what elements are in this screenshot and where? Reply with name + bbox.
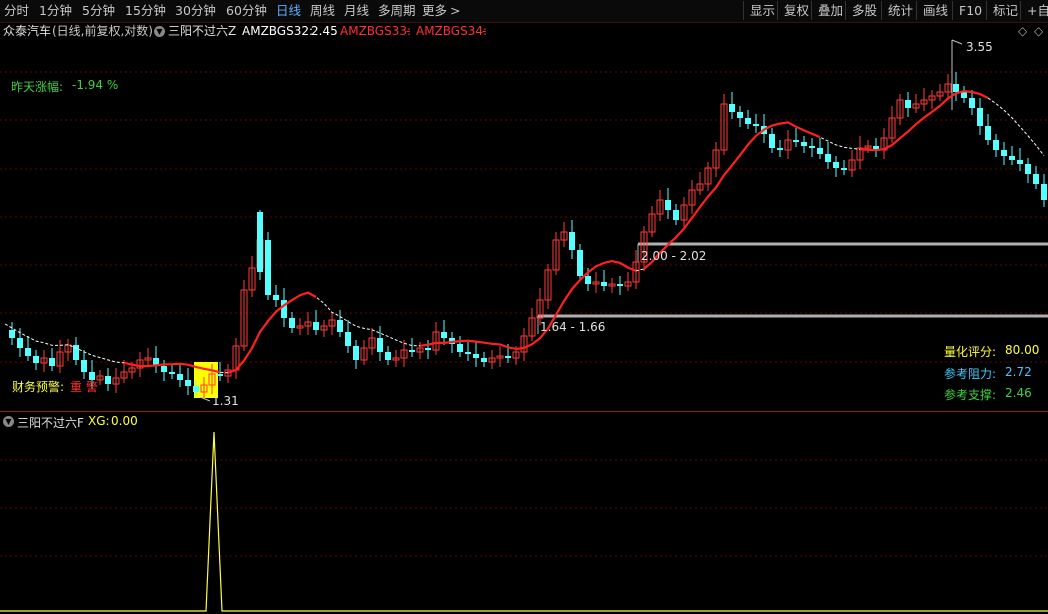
candle-body-down (585, 276, 591, 284)
sub-indicator-name[interactable]: 三阳不过六F (17, 414, 84, 431)
candle-body-down (841, 168, 847, 170)
yesterday-change-label: 昨天涨幅: (11, 80, 64, 94)
candle-body-down (289, 318, 295, 328)
candle-body-down (313, 322, 319, 330)
yesterday-change-value: -1.94 % (72, 78, 119, 92)
candle-body-down (273, 295, 279, 300)
candle-body-down (825, 154, 831, 162)
candle-body-down (961, 92, 967, 98)
divider-line (0, 411, 1048, 412)
high-price-label: 3.55 (966, 40, 993, 54)
candle-body-down (81, 360, 87, 372)
candle-body-down (1041, 184, 1047, 200)
candle-body-down (977, 108, 983, 126)
resistance-label: 参考阻力: (944, 367, 997, 381)
xg-label: XG: (88, 414, 110, 428)
candle-body-down (993, 140, 999, 150)
candle-body-down (345, 332, 351, 346)
candle-body-down (617, 284, 623, 286)
candle-body-down (817, 148, 823, 154)
candle-body-down (217, 374, 223, 376)
candle-body-down (377, 338, 383, 352)
score-label: 量化评分: (944, 345, 997, 359)
sub-indicator-chart (0, 431, 1048, 612)
support-resistance-zones (194, 242, 1048, 398)
candle-body-down (185, 380, 191, 386)
candle-body-down (385, 352, 391, 360)
candle-body-down (257, 212, 263, 272)
candle-body-down (1001, 150, 1007, 156)
candle-body-down (753, 124, 759, 126)
zone-label-lower: 1.64 - 1.66 (540, 320, 606, 334)
candle-body-down (25, 348, 31, 356)
candle-body-down (481, 358, 487, 362)
candle-body-down (473, 354, 479, 358)
candle-body-down (457, 344, 463, 352)
candle-body-down (969, 98, 975, 108)
moving-average-line (643, 121, 821, 270)
candle-body-down (49, 358, 55, 366)
candle-body-down (193, 386, 199, 392)
candle-body-down (505, 356, 511, 358)
candle-body-down (409, 350, 415, 352)
candle-body-down (1033, 174, 1039, 184)
candle-body-down (441, 332, 447, 338)
candle-body-down (465, 352, 471, 354)
candle-body-down (569, 232, 575, 250)
candle-body-down (769, 134, 775, 148)
candle-body-down (809, 146, 815, 148)
candle-body-down (425, 348, 431, 350)
candle-body-down (801, 142, 807, 146)
candle-body-down (793, 140, 799, 142)
candle-body-down (745, 118, 751, 124)
candle-body-down (601, 282, 607, 286)
candle-body-down (985, 126, 991, 140)
candle-body-down (177, 374, 183, 380)
candle-body-down (777, 148, 783, 150)
candle-body-down (1025, 164, 1031, 174)
candle-body-down (161, 366, 167, 372)
candle-body-down (665, 200, 671, 210)
score-value: 80.00 (1005, 343, 1040, 357)
candle-body-down (729, 104, 735, 112)
candle-body-down (905, 100, 911, 108)
candle-body-down (737, 112, 743, 118)
low-price-label: 1.31 (212, 394, 239, 408)
finance-warning-label: 财务预警: (12, 380, 65, 394)
candle-body-down (17, 338, 23, 348)
candle-body-down (9, 330, 15, 338)
sub-indicator-menu-icon[interactable]: ▼ (3, 414, 14, 428)
finance-warning-text: 重 警 (70, 380, 98, 394)
xg-signal-line (0, 431, 1048, 612)
candle-body-down (953, 84, 959, 92)
candle-body-down (1017, 160, 1023, 164)
candle-body-down (833, 162, 839, 168)
candle-body-down (673, 210, 679, 220)
candlestick-chart[interactable] (0, 0, 1048, 614)
candle-body-down (1009, 156, 1015, 160)
candle-body-down (337, 320, 343, 332)
support-label: 参考支撑: (944, 388, 997, 402)
zone-label-upper: 2.00 - 2.02 (641, 249, 707, 263)
high-marker-pointer (951, 39, 963, 45)
candle-body-down (169, 372, 175, 374)
xg-value: 0.00 (111, 414, 138, 428)
resistance-value: 2.72 (1005, 365, 1032, 379)
candle-body-down (33, 356, 39, 363)
candle-body-down (265, 240, 271, 295)
support-value: 2.46 (1005, 386, 1032, 400)
candle-body-down (353, 346, 359, 360)
candle-body-down (73, 345, 79, 360)
candle-body-down (577, 250, 583, 276)
candle-body-down (105, 376, 111, 384)
